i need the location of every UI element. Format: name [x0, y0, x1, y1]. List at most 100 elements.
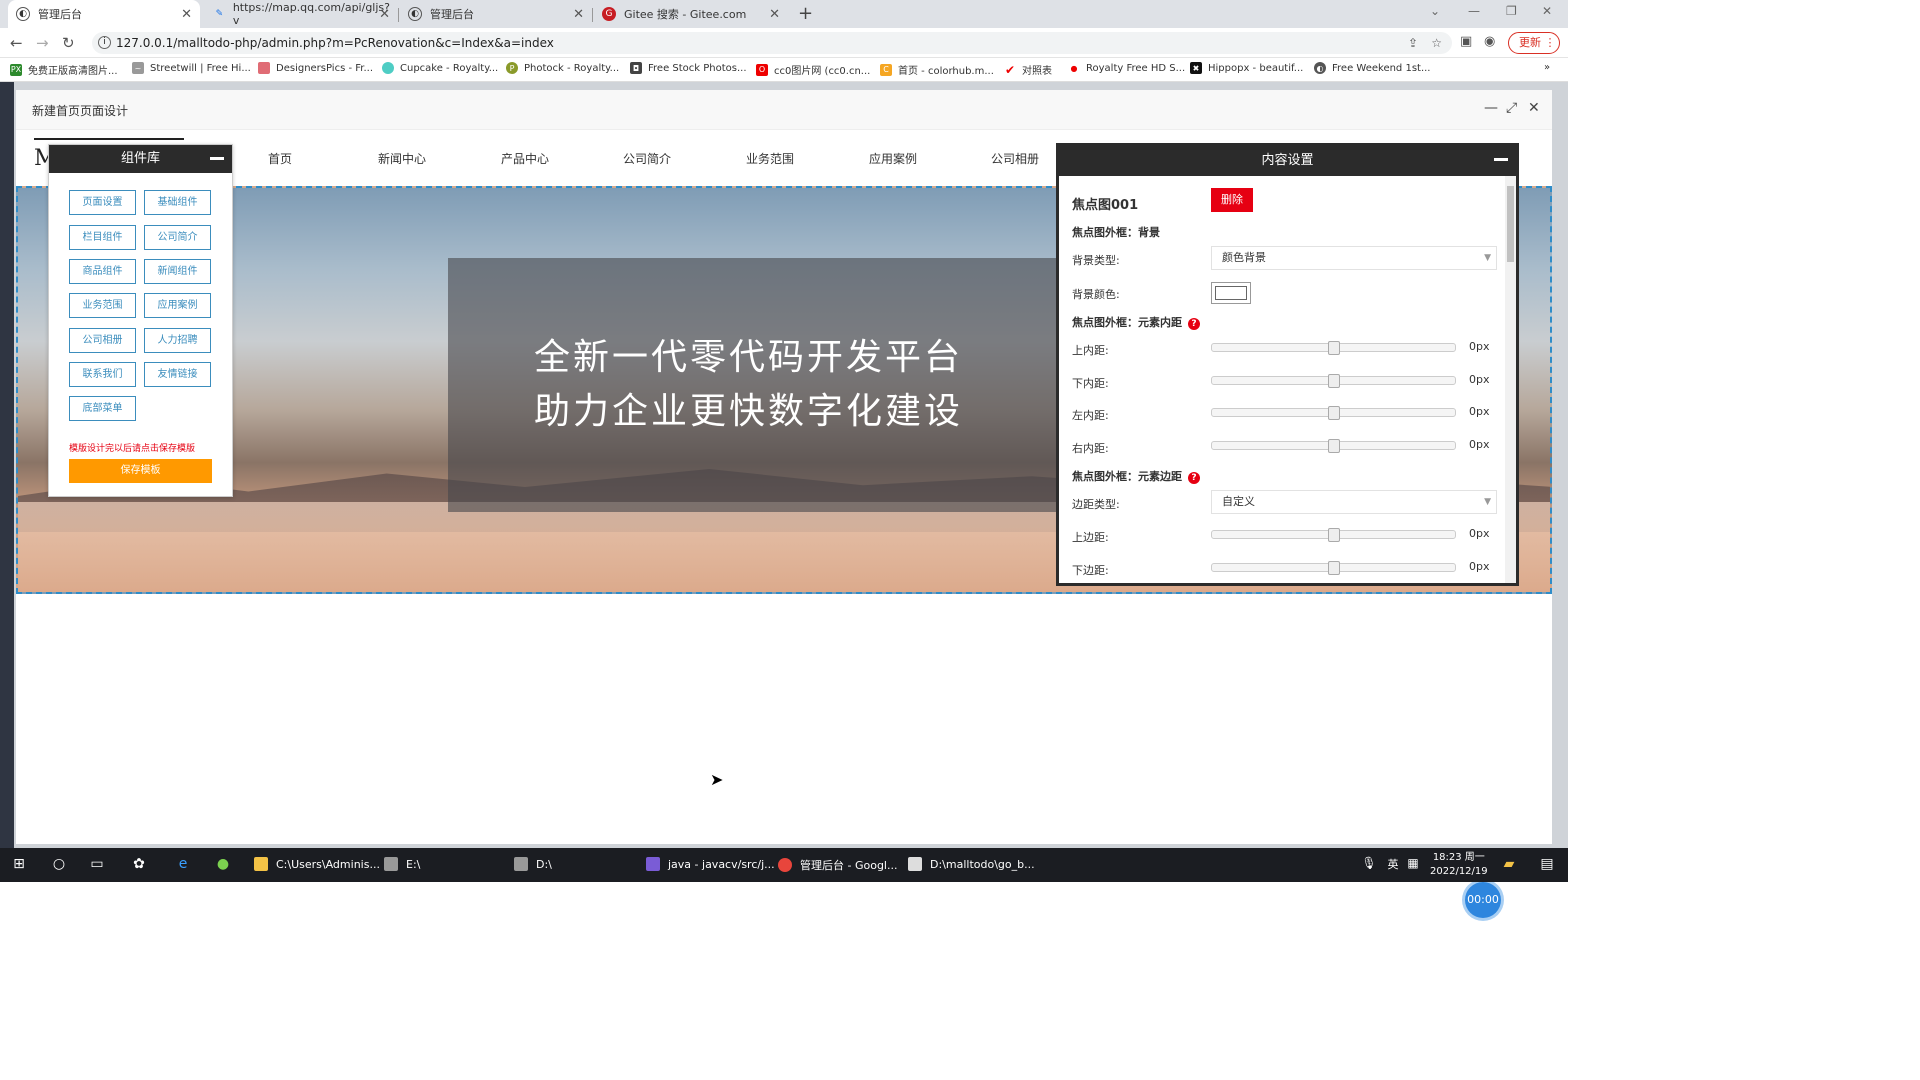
close-icon[interactable]: ✕ [573, 7, 584, 22]
task-view-icon[interactable]: ▭ [88, 856, 106, 874]
close-icon[interactable]: ✕ [769, 7, 780, 22]
bookmark-item[interactable]: ✖ Hippopx - beautif... [1190, 62, 1303, 74]
minimize-icon[interactable]: — [1468, 4, 1480, 18]
windows-start-icon[interactable]: ⊞ [10, 856, 28, 874]
tab-admin-1[interactable]: ◐ 管理后台 ✕ [8, 0, 200, 28]
component-button[interactable]: 公司相册 [69, 328, 136, 353]
clock[interactable]: 18:23 周一 2022/12/19 [1430, 851, 1488, 879]
taskbar-item[interactable]: D:\malltodo\go_b... [908, 857, 1035, 871]
record-timer[interactable]: 00:00 [1465, 882, 1501, 918]
tab-gitee[interactable]: G Gitee 搜索 - Gitee.com ✕ [594, 0, 788, 28]
taskbar-item[interactable]: D:\ [514, 857, 552, 871]
bookmark-item[interactable]: ✔ 对照表 [1004, 62, 1052, 77]
reload-icon[interactable]: ↻ [62, 34, 75, 52]
padding-left-slider[interactable] [1211, 406, 1456, 420]
help-icon[interactable]: ? [1188, 318, 1200, 330]
nav-item[interactable]: 公司相册 [991, 150, 1039, 167]
collapse-icon[interactable] [1494, 158, 1508, 161]
bookmark-item[interactable]: ● Royalty Free HD S... [1068, 62, 1185, 74]
ie-icon[interactable]: e [174, 856, 192, 874]
component-button[interactable]: 业务范围 [69, 293, 136, 318]
settings-scrollbar[interactable] [1505, 176, 1516, 583]
slider-thumb[interactable] [1328, 439, 1340, 453]
url-input[interactable]: i 127.0.0.1/malltodo-php/admin.php?m=PcR… [92, 32, 1452, 54]
padding-right-slider[interactable] [1211, 439, 1456, 453]
component-button[interactable]: 页面设置 [69, 190, 136, 215]
slider-thumb[interactable] [1328, 561, 1340, 575]
slider-thumb[interactable] [1328, 528, 1340, 542]
component-button[interactable]: 友情链接 [144, 362, 211, 387]
taskbar-item[interactable]: C:\Users\Adminis... [254, 857, 380, 871]
slider-thumb[interactable] [1328, 374, 1340, 388]
component-button[interactable]: 底部菜单 [69, 396, 136, 421]
back-icon[interactable]: ← [10, 34, 23, 52]
tab-search-icon[interactable]: ⌄ [1430, 4, 1440, 18]
taskbar-item[interactable]: E:\ [384, 857, 420, 871]
nav-item[interactable]: 业务范围 [746, 150, 794, 167]
component-button[interactable]: 联系我们 [69, 362, 136, 387]
restore-icon[interactable]: ❐ [1506, 4, 1517, 18]
bookmark-item[interactable]: P Photock - Royalty... [506, 62, 619, 74]
taskbar-item[interactable]: 管理后台 - Googl... [778, 857, 897, 873]
bookmarks-overflow-icon[interactable]: » [1544, 62, 1550, 73]
maximize-icon[interactable]: ⤢ [1506, 100, 1517, 116]
bookmark-item[interactable]: C 首页 - colorhub.m... [880, 62, 994, 77]
tab-qq-map[interactable]: ✎ https://map.qq.com/api/gljs?v ✕ [206, 0, 398, 28]
star-icon[interactable]: ☆ [1431, 32, 1442, 54]
slider-thumb[interactable] [1328, 406, 1340, 420]
component-button[interactable]: 应用案例 [144, 293, 211, 318]
keyboard-icon[interactable]: ▦ [1404, 856, 1422, 874]
nav-item[interactable]: 首页 [268, 150, 292, 167]
bg-color-picker[interactable] [1211, 282, 1251, 304]
bookmark-item[interactable]: ◘ Free Stock Photos... [630, 62, 747, 74]
padding-bottom-slider[interactable] [1211, 374, 1456, 388]
profile-icon[interactable]: ◉ [1484, 34, 1495, 49]
nav-item[interactable]: 应用案例 [869, 150, 917, 167]
side-panel-icon[interactable]: ▣ [1460, 34, 1472, 49]
bookmark-item[interactable]: Occ0图片网 (cc0.cn... [756, 62, 870, 77]
minimize-icon[interactable]: — [1484, 100, 1498, 116]
close-icon[interactable]: ✕ [1528, 100, 1540, 116]
app-icon[interactable]: ✿ [130, 856, 148, 874]
search-icon[interactable]: ○ [50, 856, 68, 874]
padding-top-slider[interactable] [1211, 341, 1456, 355]
close-icon[interactable]: ✕ [181, 7, 192, 22]
bookmark-item[interactable]: ◐ Free Weekend 1st... [1314, 62, 1431, 74]
delete-button[interactable]: 删除 [1211, 188, 1253, 212]
nav-item[interactable]: 产品中心 [501, 150, 549, 167]
taskbar-item[interactable]: java - javacv/src/j... [646, 857, 775, 871]
save-template-button[interactable]: 保存模板 [69, 459, 212, 483]
component-button[interactable]: 新闻组件 [144, 259, 211, 284]
component-button[interactable]: 公司简介 [144, 225, 211, 250]
ime-indicator[interactable]: 英 [1384, 856, 1402, 874]
bookmark-item[interactable]: Cupcake - Royalty... [382, 62, 498, 74]
slider-thumb[interactable] [1328, 341, 1340, 355]
margin-top-slider[interactable] [1211, 528, 1456, 542]
update-button[interactable]: 更新 ⋮ [1508, 32, 1560, 54]
scrollbar-thumb[interactable] [1507, 186, 1514, 262]
nav-item[interactable]: 公司简介 [623, 150, 671, 167]
forward-icon[interactable]: → [36, 34, 49, 52]
notification-icon[interactable]: ▰ [1500, 856, 1518, 874]
tab-admin-2[interactable]: ◐ 管理后台 ✕ [400, 0, 592, 28]
nav-item[interactable]: 新闻中心 [378, 150, 426, 167]
bg-type-select[interactable]: 颜色背景 ▼ [1211, 246, 1497, 270]
component-button[interactable]: 基础组件 [144, 190, 211, 215]
bookmark-item[interactable]: ~ Streetwill | Free Hi... [132, 62, 251, 74]
close-icon[interactable]: ✕ [379, 7, 390, 22]
app-icon[interactable]: ● [214, 856, 232, 874]
action-center-icon[interactable]: ▤ [1538, 856, 1556, 874]
margin-bottom-slider[interactable] [1211, 561, 1456, 575]
collapse-icon[interactable] [210, 157, 224, 160]
bookmark-item[interactable]: DesignersPics - Fr... [258, 62, 373, 74]
component-button[interactable]: 人力招聘 [144, 328, 211, 353]
window-close-icon[interactable]: ✕ [1542, 4, 1552, 18]
new-tab-icon[interactable]: + [798, 3, 813, 24]
component-button[interactable]: 栏目组件 [69, 225, 136, 250]
share-icon[interactable]: ⇪ [1408, 32, 1418, 54]
mic-icon[interactable]: 🎙 [1360, 856, 1378, 874]
site-info-icon[interactable]: i [98, 36, 111, 49]
help-icon[interactable]: ? [1188, 472, 1200, 484]
bookmark-item[interactable]: PX 免费正版高清图片... [10, 62, 118, 77]
component-button[interactable]: 商品组件 [69, 259, 136, 284]
